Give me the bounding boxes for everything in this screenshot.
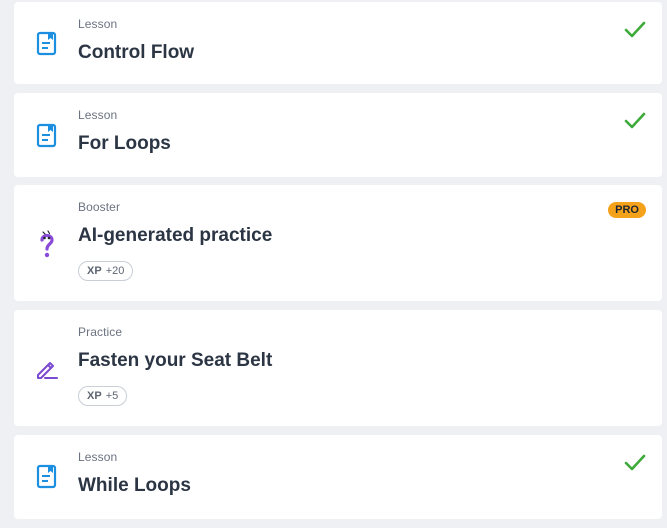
question-mark-icon (34, 229, 60, 258)
item-title: Control Flow (78, 42, 195, 63)
item-type: Lesson (78, 17, 118, 31)
pencil-icon (34, 356, 60, 382)
checkmark-icon (624, 452, 646, 474)
practice-card-fasten-your-seat-belt[interactable]: Practice Fasten your Seat Belt XP +5 (14, 310, 662, 426)
item-title: While Loops (78, 475, 191, 496)
item-type: Lesson (78, 450, 118, 464)
lesson-card-control-flow[interactable]: Lesson Control Flow (14, 2, 662, 84)
item-type: Booster (78, 200, 121, 214)
xp-label: XP (87, 265, 102, 277)
pro-badge: PRO (608, 202, 646, 218)
item-title: Fasten your Seat Belt (78, 350, 273, 371)
lesson-icon (34, 122, 60, 148)
xp-value: +20 (105, 265, 125, 277)
xp-badge: XP +5 (78, 386, 128, 406)
lesson-card-while-loops[interactable]: Lesson While Loops (14, 435, 662, 519)
xp-label: XP (87, 390, 102, 402)
booster-card-ai-generated-practice[interactable]: Booster AI-generated practice PRO XP +20 (14, 185, 662, 301)
item-type: Lesson (78, 108, 118, 122)
item-type: Practice (78, 325, 123, 339)
lesson-icon (34, 30, 60, 56)
checkmark-icon (624, 19, 646, 41)
lesson-card-for-loops[interactable]: Lesson For Loops (14, 93, 662, 177)
checkmark-icon (624, 110, 646, 132)
item-title: AI-generated practice (78, 225, 273, 246)
item-title: For Loops (78, 133, 171, 154)
lesson-icon (34, 463, 60, 489)
xp-badge: XP +20 (78, 261, 134, 281)
xp-value: +5 (105, 390, 119, 402)
